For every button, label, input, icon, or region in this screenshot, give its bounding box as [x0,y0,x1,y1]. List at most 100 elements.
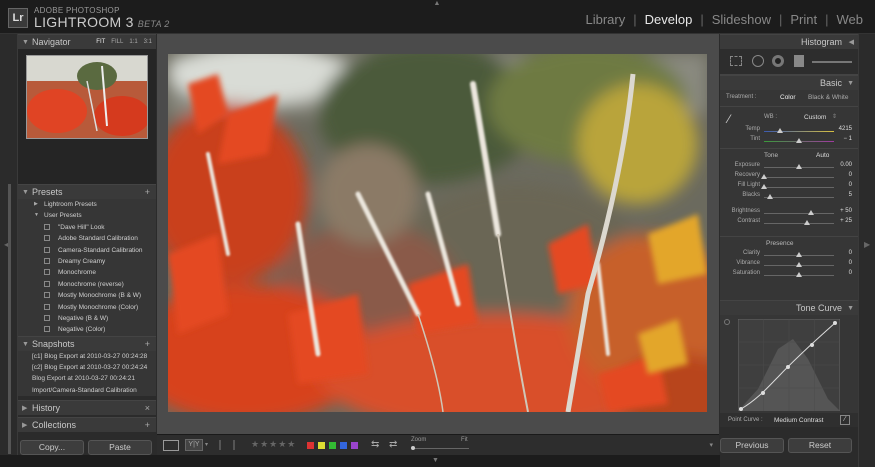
preset-item[interactable]: Adobe Standard Calibration [18,233,156,244]
presets-header[interactable]: ▼ Presets + [18,184,156,199]
toolbar-menu-icon[interactable]: ▾ [709,441,713,449]
snapshot-item[interactable]: Blog Export at 2010-03-27 00:24:21 [18,373,156,384]
slider-track[interactable] [764,187,834,188]
main-photo[interactable] [168,54,707,412]
preset-item[interactable]: Monochrome (reverse) [18,279,156,290]
add-preset-icon[interactable]: + [145,185,150,200]
point-curve-select[interactable]: Medium Contrast [774,417,824,424]
treatment-bw[interactable]: Black & White [808,94,848,101]
recovery-slider[interactable]: Recovery 0 [720,172,858,182]
module-library[interactable]: Library [585,12,625,27]
wb-select[interactable]: Custom [804,114,826,121]
preset-item[interactable]: Camera-Standard Calibration [18,245,156,256]
contrast-slider[interactable]: Contrast + 25 [720,218,858,228]
zoom-3-1[interactable]: 3:1 [144,35,152,50]
adjustment-brush-icon[interactable] [812,61,852,63]
filmstrip-toggle-icon[interactable]: ▼ [432,457,439,464]
slider-knob[interactable] [796,272,802,277]
paste-button[interactable]: Paste [88,440,152,455]
zoom-fit[interactable]: FIT [96,35,105,50]
previous-button[interactable]: Previous [720,438,784,453]
flag-icon[interactable] [219,440,227,450]
spot-removal-icon[interactable] [752,55,764,67]
add-collection-icon[interactable]: + [145,418,150,433]
red-eye-icon[interactable] [772,55,784,67]
tint-slider[interactable]: Tint − 1 [720,136,858,146]
blue-label-icon[interactable] [340,442,347,449]
left-scrollbar[interactable] [8,184,11,454]
zoom-fill[interactable]: FILL [111,35,123,50]
slider-track[interactable] [764,223,834,224]
slider-knob[interactable] [796,262,802,267]
reject-flag-icon[interactable] [233,440,241,450]
purple-label-icon[interactable] [351,442,358,449]
navigator-preview[interactable] [18,49,156,184]
exposure-slider[interactable]: Exposure 0.00 [720,162,858,172]
histogram-header[interactable]: Histogram ◀ [720,34,858,49]
target-adjust-icon[interactable] [724,319,730,325]
slider-track[interactable] [764,213,834,214]
history-header[interactable]: ▶ History × [18,400,156,416]
blacks-slider[interactable]: Blacks 5 [720,192,858,202]
brightness-slider[interactable]: Brightness + 50 [720,208,858,218]
preset-item[interactable]: Monochrome [18,267,156,278]
clarity-slider[interactable]: Clarity 0 [720,250,858,260]
preset-item[interactable]: "Dave Hill" Look [18,222,156,233]
top-panel-toggle-icon[interactable]: ▲ [432,0,442,7]
module-print[interactable]: Print [790,12,817,27]
slider-knob[interactable] [796,252,802,257]
dropdown-arrow-icon[interactable]: ▾ [205,441,208,448]
zoom-slider-knob[interactable] [411,446,415,450]
snapshot-item[interactable]: Import/Camera-Standard Calibration [18,385,156,396]
previous-arrow-icon[interactable]: ⇆ [371,439,379,450]
preset-item[interactable]: Mostly Monochrome (Color) [18,302,156,313]
fill-light-slider[interactable]: Fill Light 0 [720,182,858,192]
red-label-icon[interactable] [307,442,314,449]
preset-item[interactable]: Mostly Monochrome (B & W) [18,290,156,301]
edit-point-curve-icon[interactable]: ⁄ [840,415,850,425]
slider-knob[interactable] [761,184,767,189]
basic-header[interactable]: Basic ▼ [720,75,858,90]
collections-header[interactable]: ▶ Collections + [18,417,156,433]
preset-item[interactable]: Negative (Color) [18,324,156,335]
copy-button[interactable]: Copy... [20,440,84,455]
slider-knob[interactable] [796,164,802,169]
slider-knob[interactable] [807,210,814,215]
treatment-color[interactable]: Color [780,94,796,101]
snapshot-item[interactable]: [c2] Blog Export at 2010-03-27 00:24:24 [18,362,156,373]
saturation-slider[interactable]: Saturation 0 [720,270,858,280]
add-snapshot-icon[interactable]: + [145,337,150,352]
loupe-view-icon[interactable] [163,440,179,451]
tone-curve-graph[interactable] [738,319,840,411]
navigator-header[interactable]: ▼ Navigator FIT FILL 1:1 3:1 [18,34,156,49]
tone-curve-header[interactable]: Tone Curve ▼ [720,300,858,315]
preset-item[interactable]: Negative (B & W) [18,313,156,324]
reset-button[interactable]: Reset [788,438,852,453]
module-develop[interactable]: Develop [645,12,693,27]
zoom-1-1[interactable]: 1:1 [129,35,137,50]
next-arrow-icon[interactable]: ⇄ [389,439,397,450]
preset-folder[interactable]: ▼ User Presets [18,210,156,221]
zoom-slider[interactable] [413,448,469,449]
clear-history-icon[interactable]: × [145,401,150,416]
slider-track[interactable] [764,177,834,178]
crop-tool-icon[interactable] [730,56,742,66]
graduated-filter-icon[interactable] [794,55,804,67]
slider-knob[interactable] [761,174,767,179]
temp-slider[interactable]: Temp 4215 [720,126,858,136]
green-label-icon[interactable] [329,442,336,449]
yellow-label-icon[interactable] [318,442,325,449]
snapshot-item[interactable]: [c1] Blog Export at 2010-03-27 00:24:28 [18,351,156,362]
preset-folder[interactable]: ▶ Lightroom Presets [18,199,156,210]
before-after-icon[interactable]: Y|Y [185,439,203,451]
slider-knob[interactable] [766,194,773,199]
module-slideshow[interactable]: Slideshow [712,12,771,27]
star-rating[interactable]: ★★★★★ [251,439,296,450]
vibrance-slider[interactable]: Vibrance 0 [720,260,858,270]
snapshots-header[interactable]: ▼ Snapshots + [18,335,156,352]
preset-item[interactable]: Dreamy Creamy [18,256,156,267]
slider-track[interactable] [764,197,834,198]
auto-tone-button[interactable]: Auto [816,152,829,159]
module-web[interactable]: Web [837,12,864,27]
slider-knob[interactable] [804,220,811,225]
